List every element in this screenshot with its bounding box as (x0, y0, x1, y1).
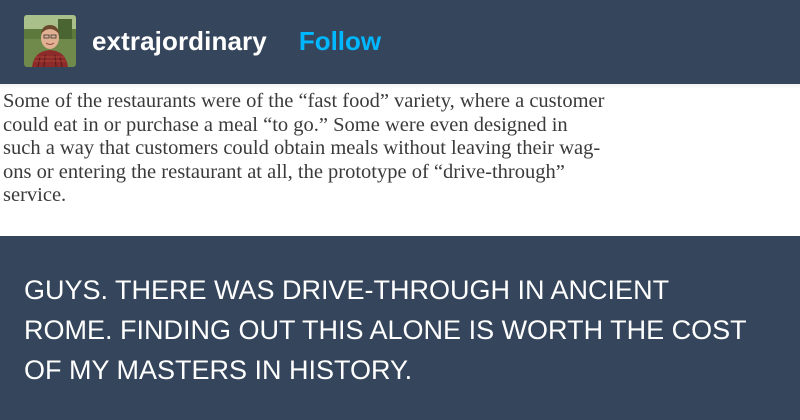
post-header: extrajordinary Follow (24, 15, 381, 67)
book-excerpt-text: Some of the restaurants were of the “fas… (3, 90, 605, 206)
username-link[interactable]: extrajordinary (92, 26, 267, 57)
person-avatar-icon (24, 15, 76, 67)
avatar[interactable] (24, 15, 76, 67)
book-excerpt-image: Some of the restaurants were of the “fas… (0, 84, 800, 236)
post-caption: GUYS. THERE WAS DRIVE-THROUGH IN ANCIENT… (24, 275, 747, 385)
follow-button[interactable]: Follow (299, 26, 381, 57)
excerpt-top-edge (0, 84, 800, 89)
